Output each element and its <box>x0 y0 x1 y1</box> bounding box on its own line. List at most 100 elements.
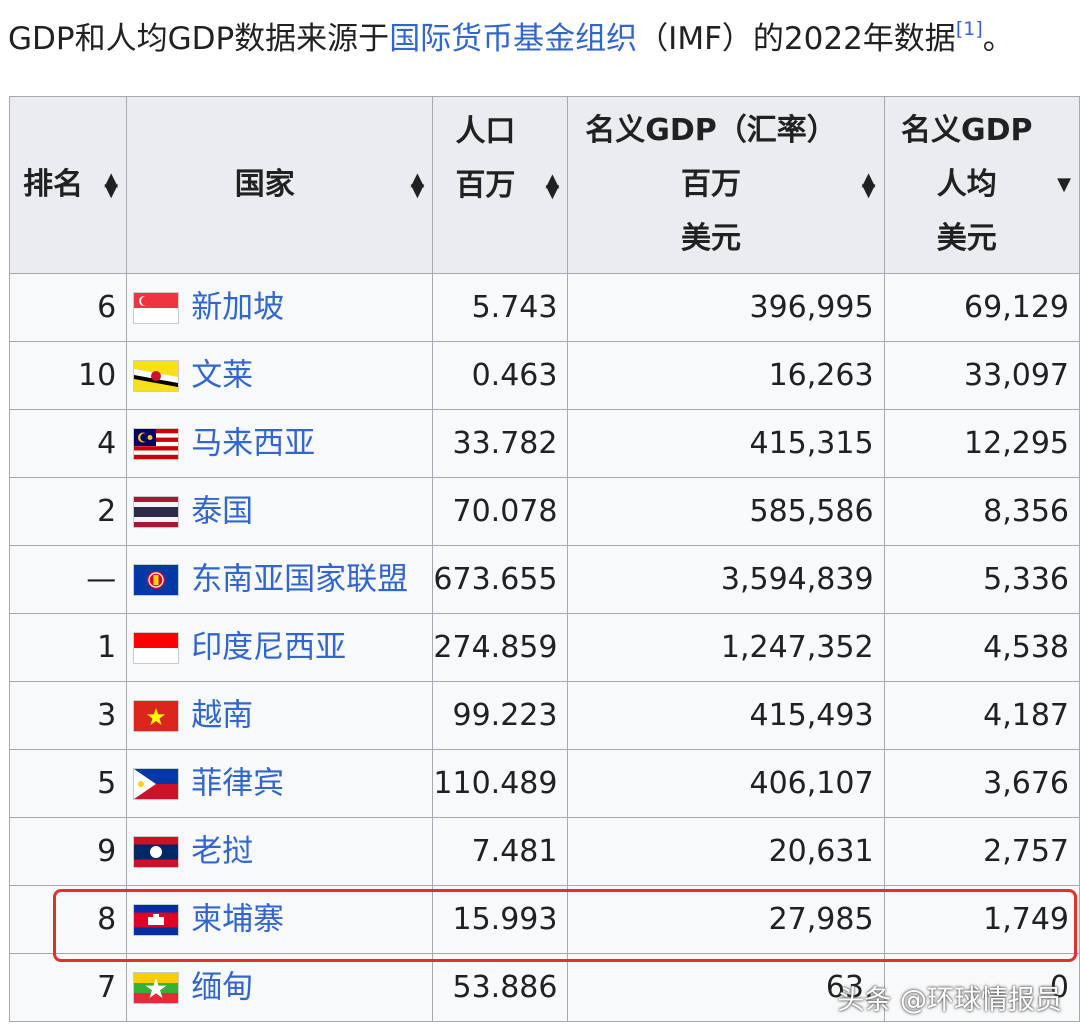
brunei-flag-icon[interactable] <box>133 359 180 392</box>
sort-descending-icon[interactable]: ▼ <box>1049 158 1079 212</box>
table-row: 4 马来西亚 33.782 415,315 12,295 <box>8 409 1080 478</box>
vietnam-flag-icon[interactable] <box>133 699 180 732</box>
sort-icon[interactable]: ▲ ▼ <box>96 171 126 200</box>
intro-sentence: GDP和人均GDP数据来源于国际货币基金组织（IMF）的2022年数据[1]。 <box>8 14 1014 64</box>
gdp-per-capita-cell: 8,356 <box>883 477 1080 546</box>
gdp-cell: 27,985 <box>567 885 885 954</box>
imf-link[interactable]: 国际货币基金组织 <box>389 21 637 57</box>
country-link[interactable]: 缅甸 <box>191 969 253 1005</box>
gdp-per-capita-cell: 12,295 <box>883 409 1080 478</box>
population-cell: 99.223 <box>432 681 569 750</box>
population-cell: 33.782 <box>432 409 569 478</box>
sort-icon[interactable]: ▲ ▼ <box>854 171 884 200</box>
country-link[interactable]: 文莱 <box>191 357 253 393</box>
intro-period: 。 <box>982 21 1014 57</box>
gdp-cell: 406,107 <box>567 749 885 818</box>
rank-cell: 2 <box>8 477 128 546</box>
gdp-per-capita-header[interactable]: 名义GDP 人均 美元 ▼ <box>883 96 1080 274</box>
population-cell: 53.886 <box>432 953 569 1022</box>
rank-cell: 5 <box>8 749 128 818</box>
gdp-header-line2: 百万 <box>681 167 741 202</box>
rank-cell: 8 <box>8 885 128 954</box>
table-row: — 东南亚国家联盟 673.655 3,594,839 5,336 <box>8 545 1080 614</box>
gdp-header-line1: 名义GDP（汇率） <box>585 113 837 148</box>
gdp-per-capita-cell: 69,129 <box>883 273 1080 342</box>
table-row: 9 老挝 7.481 20,631 2,757 <box>8 817 1080 886</box>
cambodia-flag-icon[interactable] <box>133 903 180 936</box>
country-cell: 菲律宾 <box>126 749 434 818</box>
gdp-table: 排名 ▲ ▼ 国家 ▲ ▼ 人口 百万 ▲ ▼ 名义GDP（汇率） 百万 美元 … <box>8 96 1080 1022</box>
sort-icon[interactable]: ▲ ▼ <box>402 171 432 200</box>
rank-header-label: 排名 <box>23 167 84 202</box>
country-link[interactable]: 东南亚国家联盟 <box>191 561 408 597</box>
myanmar-flag-icon[interactable] <box>133 971 180 1004</box>
pc-header-line3: 美元 <box>936 221 997 256</box>
country-cell: 文莱 <box>126 341 434 410</box>
table-header-row: 排名 ▲ ▼ 国家 ▲ ▼ 人口 百万 ▲ ▼ 名义GDP（汇率） 百万 美元 … <box>8 96 1080 274</box>
country-link[interactable]: 越南 <box>191 697 253 733</box>
gdp-cell: 3,594,839 <box>567 545 885 614</box>
malaysia-flag-icon[interactable] <box>133 427 180 460</box>
gdp-cell: 415,493 <box>567 681 885 750</box>
gdp-per-capita-cell: 1,749 <box>883 885 1080 954</box>
pop-header-line2: 百万 <box>455 168 516 203</box>
pc-header-line2: 人均 <box>936 167 997 202</box>
country-link[interactable]: 老挝 <box>191 833 253 869</box>
gdp-per-capita-cell: 5,336 <box>883 545 1080 614</box>
country-cell: 马来西亚 <box>126 409 434 478</box>
gdp-header-line3: 美元 <box>681 221 741 256</box>
rank-cell: 3 <box>8 681 128 750</box>
table-row: 2 泰国 70.078 585,586 8,356 <box>8 477 1080 546</box>
country-link[interactable]: 菲律宾 <box>191 765 284 801</box>
rank-cell: 9 <box>8 817 128 886</box>
country-link[interactable]: 新加坡 <box>191 289 284 325</box>
country-cell: 泰国 <box>126 477 434 546</box>
indonesia-flag-icon[interactable] <box>133 631 180 664</box>
country-link[interactable]: 印度尼西亚 <box>191 629 346 665</box>
reference-link[interactable]: [1] <box>956 18 983 40</box>
sort-icon[interactable]: ▲ ▼ <box>537 172 567 201</box>
laos-flag-icon[interactable] <box>133 835 180 868</box>
table-row: 1 印度尼西亚 274.859 1,247,352 4,538 <box>8 613 1080 682</box>
asean-flag-icon[interactable] <box>133 563 180 596</box>
country-link[interactable]: 泰国 <box>191 493 253 529</box>
watermark: 头条 @环球情报员 <box>837 985 1062 1016</box>
population-header[interactable]: 人口 百万 ▲ ▼ <box>432 96 569 274</box>
table-row: 3 越南 99.223 415,493 4,187 <box>8 681 1080 750</box>
gdp-cell: 585,586 <box>567 477 885 546</box>
rank-cell: 6 <box>8 273 128 342</box>
country-header-label: 国家 <box>234 167 295 202</box>
rank-cell: 7 <box>8 953 128 1022</box>
population-cell: 110.489 <box>432 749 569 818</box>
singapore-flag-icon[interactable] <box>133 291 180 324</box>
population-cell: 70.078 <box>432 477 569 546</box>
gdp-per-capita-cell: 2,757 <box>883 817 1080 886</box>
country-cell: 新加坡 <box>126 273 434 342</box>
population-cell: 274.859 <box>432 613 569 682</box>
gdp-cell: 415,315 <box>567 409 885 478</box>
country-cell: 缅甸 <box>126 953 434 1022</box>
country-cell: 越南 <box>126 681 434 750</box>
rank-cell: 4 <box>8 409 128 478</box>
intro-text-before: GDP和人均GDP数据来源于 <box>8 21 390 57</box>
rank-cell: 1 <box>8 613 128 682</box>
table-row: 6 新加坡 5.743 396,995 69,129 <box>8 273 1080 342</box>
gdp-header[interactable]: 名义GDP（汇率） 百万 美元 ▲ ▼ <box>567 96 885 274</box>
population-cell: 7.481 <box>432 817 569 886</box>
population-cell: 15.993 <box>432 885 569 954</box>
rank-header[interactable]: 排名 ▲ ▼ <box>8 96 128 274</box>
country-link[interactable]: 马来西亚 <box>191 425 315 461</box>
country-cell: 东南亚国家联盟 <box>126 545 434 614</box>
country-header[interactable]: 国家 ▲ ▼ <box>126 96 434 274</box>
table-row: 10 文莱 0.463 16,263 33,097 <box>8 341 1080 410</box>
country-link[interactable]: 柬埔寨 <box>191 901 284 937</box>
gdp-per-capita-cell: 4,538 <box>883 613 1080 682</box>
rank-cell: — <box>8 545 128 614</box>
country-cell: 老挝 <box>126 817 434 886</box>
gdp-cell: 1,247,352 <box>567 613 885 682</box>
philippines-flag-icon[interactable] <box>133 767 180 800</box>
thailand-flag-icon[interactable] <box>133 495 180 528</box>
rank-cell: 10 <box>8 341 128 410</box>
gdp-per-capita-cell: 33,097 <box>883 341 1080 410</box>
pc-header-line1: 名义GDP <box>901 113 1033 148</box>
